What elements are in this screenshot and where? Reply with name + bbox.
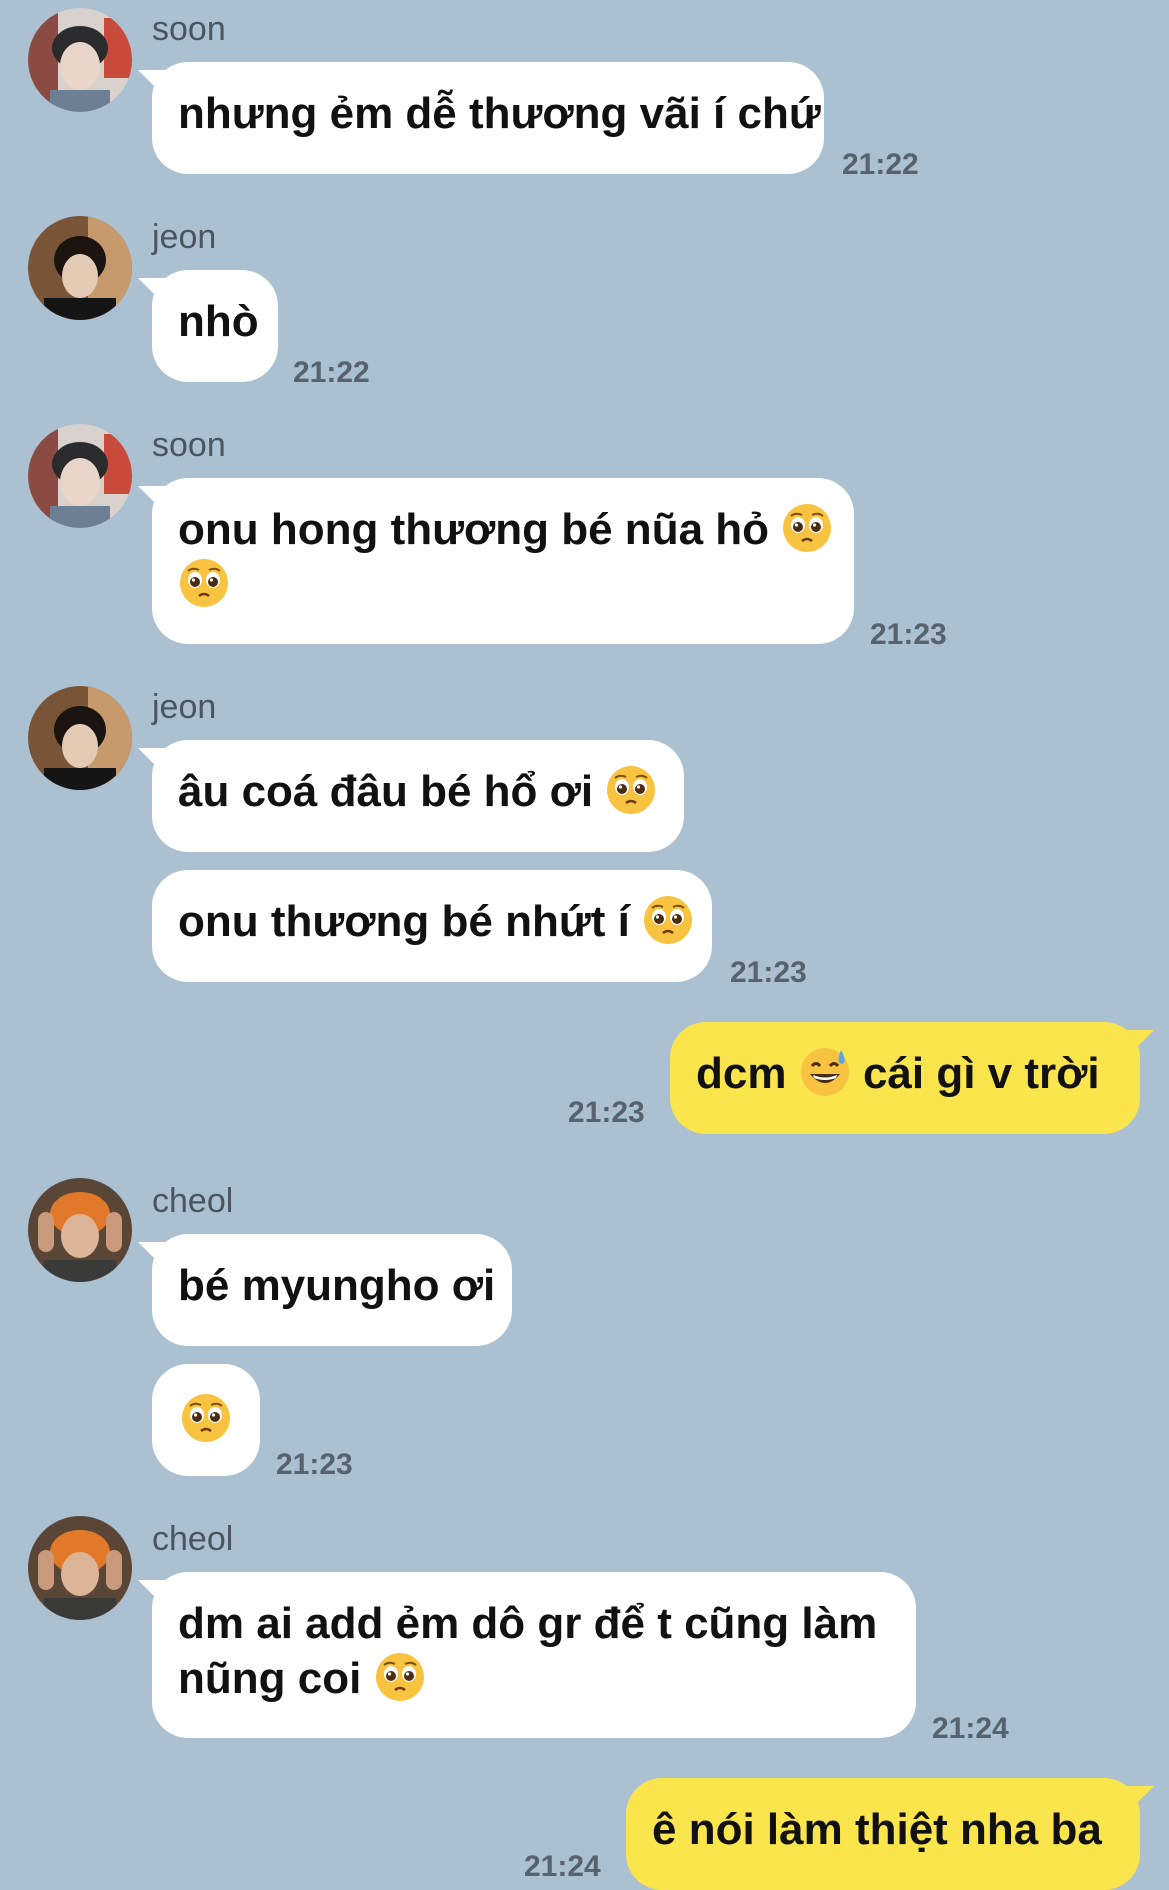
avatar-jeon[interactable] xyxy=(28,216,132,320)
message-time: 21:22 xyxy=(842,148,919,181)
message-text: onu thương bé nhứt í xyxy=(178,897,630,946)
message-bubble[interactable]: nhưng ẻm dễ thương vãi í chứ xyxy=(152,62,824,174)
pleading-face-icon xyxy=(374,1651,426,1703)
sender-name: jeon xyxy=(152,218,217,256)
message-bubble[interactable]: dcm cái gì v trời xyxy=(670,1022,1140,1134)
message-bubble[interactable]: onu hong thương bé nũa hỏ xyxy=(152,478,854,644)
avatar-soon[interactable] xyxy=(28,424,132,528)
grinning-sweat-face-icon xyxy=(799,1046,851,1098)
message-text: cái gì v trời xyxy=(862,1049,1100,1098)
message-time: 21:23 xyxy=(276,1448,353,1481)
avatar-cheol[interactable] xyxy=(28,1178,132,1282)
avatar-cheol[interactable] xyxy=(28,1516,132,1620)
message-bubble[interactable]: nhò xyxy=(152,270,278,382)
pleading-face-icon xyxy=(642,894,694,946)
message-time: 21:24 xyxy=(524,1850,601,1883)
sender-name: soon xyxy=(152,10,226,48)
avatar-soon[interactable] xyxy=(28,8,132,112)
message-text: dm ai add ẻm dô gr để t cũng làm xyxy=(178,1599,878,1648)
pleading-face-icon xyxy=(180,1392,232,1444)
message-text: âu coá đâu bé hổ ơi xyxy=(178,767,594,816)
message-text: nhưng ẻm dễ thương vãi í chứ xyxy=(178,89,821,138)
pleading-face-icon xyxy=(781,502,833,554)
message-text: ê nói làm thiệt nha ba xyxy=(652,1805,1102,1854)
sender-name: cheol xyxy=(152,1182,234,1220)
sender-name: cheol xyxy=(152,1520,234,1558)
sender-name: soon xyxy=(152,426,226,464)
avatar-jeon[interactable] xyxy=(28,686,132,790)
message-time: 21:23 xyxy=(730,956,807,989)
message-bubble[interactable]: âu coá đâu bé hổ ơi xyxy=(152,740,684,852)
pleading-face-icon xyxy=(605,764,657,816)
message-bubble[interactable]: onu thương bé nhứt í xyxy=(152,870,712,982)
message-time: 21:22 xyxy=(293,356,370,389)
pleading-face-icon xyxy=(178,557,230,609)
message-time: 21:23 xyxy=(870,618,947,651)
message-text: onu hong thương bé nũa hỏ xyxy=(178,505,770,554)
sender-name: jeon xyxy=(152,688,217,726)
message-text: nũng coi xyxy=(178,1654,362,1703)
message-text: bé myungho ơi xyxy=(178,1261,496,1310)
message-bubble[interactable] xyxy=(152,1364,260,1476)
message-text: nhò xyxy=(178,297,259,346)
message-time: 21:23 xyxy=(568,1096,645,1129)
message-bubble[interactable]: ê nói làm thiệt nha ba xyxy=(626,1778,1140,1890)
message-text: dcm xyxy=(696,1049,787,1098)
message-bubble[interactable]: bé myungho ơi xyxy=(152,1234,512,1346)
message-bubble[interactable]: dm ai add ẻm dô gr để t cũng làm nũng co… xyxy=(152,1572,916,1738)
message-time: 21:24 xyxy=(932,1712,1009,1745)
